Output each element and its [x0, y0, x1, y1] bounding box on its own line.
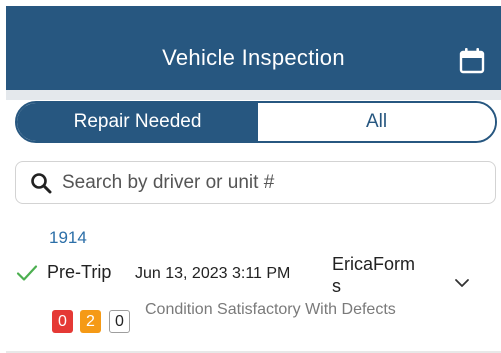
inspection-date: Jun 13, 2023 3:11 PM [135, 265, 291, 282]
defect-count-orange-badge: 2 [80, 310, 101, 333]
repair-filter-toggle: Repair Needed All [15, 101, 497, 143]
search-input[interactable] [62, 162, 495, 203]
search-icon [31, 172, 52, 193]
inspection-list-item[interactable]: 1914 Pre-Trip Jun 13, 2023 3:11 PM Erica… [6, 213, 501, 353]
chevron-down-icon[interactable] [454, 278, 470, 288]
check-icon [16, 265, 38, 281]
search-bar [15, 161, 496, 204]
calendar-icon[interactable] [459, 47, 485, 74]
filter-option-all[interactable]: All [258, 103, 495, 141]
filter-option-repair-needed[interactable]: Repair Needed [17, 103, 258, 141]
unit-number[interactable]: 1914 [49, 228, 87, 248]
app-header: Vehicle Inspection [6, 6, 501, 90]
page-title: Vehicle Inspection [162, 45, 345, 70]
inspection-type: Pre-Trip [47, 262, 112, 282]
driver-name: EricaForms [332, 254, 416, 296]
inspection-condition: Condition Satisfactory With Defects [145, 301, 396, 318]
defect-count-red-badge: 0 [52, 310, 73, 333]
header-divider [6, 90, 501, 100]
defect-count-grey-badge: 0 [109, 310, 130, 333]
